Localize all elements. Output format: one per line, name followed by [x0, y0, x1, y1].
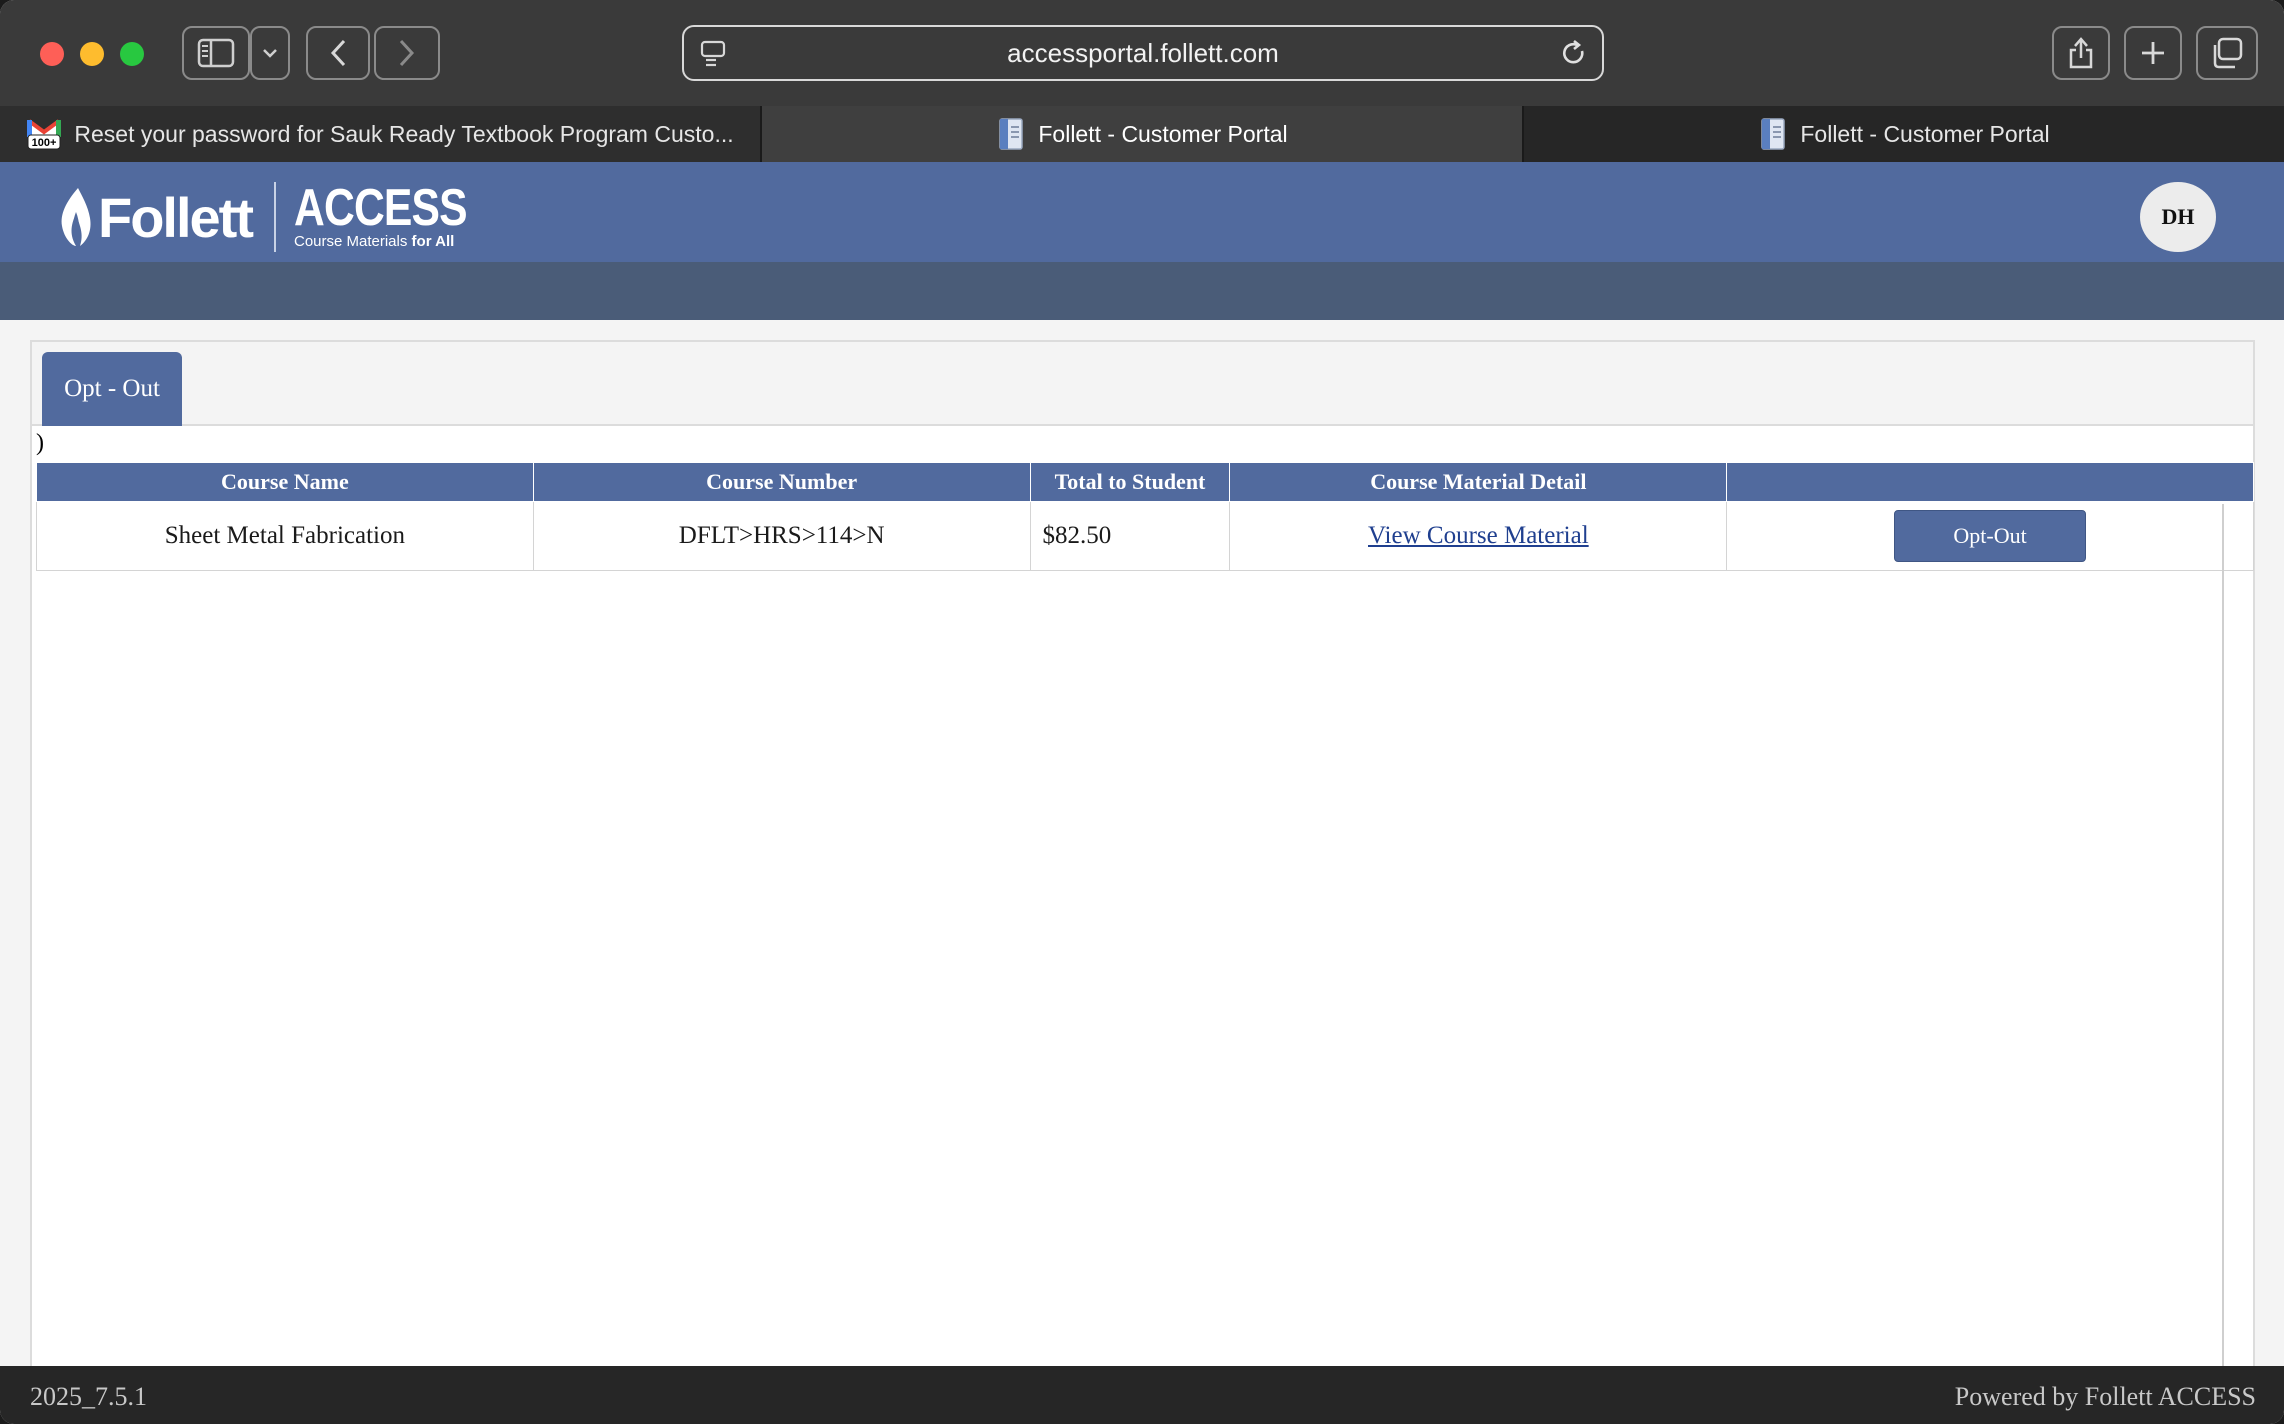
- scroll-divider: [2222, 504, 2224, 1366]
- unread-count-badge: 100+: [32, 137, 57, 149]
- follett-logo: Follett: [58, 185, 254, 250]
- new-tab-button[interactable]: [2124, 26, 2182, 80]
- site-header: Follett ACCESS Course Materials for All …: [0, 162, 2284, 262]
- sidebar-toggle-button[interactable]: [182, 26, 250, 80]
- tab-title: Follett - Customer Portal: [1800, 120, 2050, 147]
- tab-groups-dropdown-button[interactable]: [250, 26, 290, 80]
- flame-icon: [61, 188, 91, 246]
- tab-title: Follett - Customer Portal: [1038, 120, 1288, 147]
- url-text: accessportal.follett.com: [1007, 38, 1279, 68]
- column-header-total: Total to Student: [1029, 462, 1231, 502]
- course-number-cell: DFLT>HRS>114>N: [532, 501, 1031, 571]
- page-footer: 2025_7.5.1 Powered by Follett ACCESS: [0, 1366, 2284, 1424]
- column-header-action: [1726, 462, 2254, 502]
- powered-by-label: Powered by Follett ACCESS: [1954, 1382, 2256, 1411]
- content-tab-strip: Opt - Out: [32, 342, 2253, 426]
- reload-icon[interactable]: [1560, 39, 1588, 74]
- maximize-window-button[interactable]: [120, 42, 144, 66]
- content-panel: Opt - Out ) Course Name Course Number To…: [30, 340, 2255, 1370]
- navigation-bar: [0, 262, 2284, 320]
- tab-bar: 100+ Reset your password for Sauk Ready …: [0, 106, 2284, 162]
- user-avatar[interactable]: DH: [2140, 182, 2216, 252]
- chevron-right-icon: [398, 38, 416, 68]
- browser-toolbar: accessportal.follett.com: [0, 0, 2284, 106]
- action-cell: Opt-Out: [1726, 501, 2254, 571]
- access-logo: ACCESS Course Materials for All: [293, 179, 505, 251]
- tab-overview-icon: [2210, 37, 2244, 69]
- chevron-down-icon: [262, 48, 278, 58]
- product-name: ACCESS: [293, 179, 468, 237]
- version-label: 2025_7.5.1: [30, 1382, 147, 1411]
- tab-follett-portal[interactable]: Follett - Customer Portal: [1522, 106, 2284, 162]
- total-cell: $82.50: [1029, 501, 1231, 571]
- table-header-row: Course Name Course Number Total to Stude…: [36, 462, 2254, 502]
- column-header-detail: Course Material Detail: [1229, 462, 1728, 502]
- address-bar[interactable]: accessportal.follett.com: [682, 25, 1604, 81]
- web-page: Follett ACCESS Course Materials for All …: [0, 162, 2284, 1424]
- plus-icon: [2139, 39, 2167, 67]
- share-icon: [2067, 36, 2095, 70]
- view-course-material-link[interactable]: View Course Material: [1368, 522, 1589, 549]
- tab-gmail[interactable]: 100+ Reset your password for Sauk Ready …: [0, 106, 762, 162]
- minimize-window-button[interactable]: [80, 42, 104, 66]
- browser-window: accessportal.follett.com 100+ Reset your…: [0, 0, 2284, 1424]
- chevron-left-icon: [329, 38, 347, 68]
- tab-title: Reset your password for Sauk Ready Textb…: [74, 120, 734, 147]
- follett-access-logo[interactable]: Follett ACCESS Course Materials for All: [58, 182, 505, 252]
- detail-cell: View Course Material: [1229, 501, 1728, 571]
- stray-text: ): [36, 430, 44, 456]
- table-row: Sheet Metal Fabrication DFLT>HRS>114>N $…: [36, 501, 2254, 571]
- gmail-icon: 100+: [26, 117, 62, 151]
- document-icon: [996, 117, 1026, 151]
- sidebar-icon: [197, 38, 235, 68]
- course-name-cell: Sheet Metal Fabrication: [36, 501, 534, 571]
- tab-follett-portal-active[interactable]: Follett - Customer Portal: [762, 106, 1522, 162]
- column-header-course-number: Course Number: [532, 462, 1031, 502]
- document-icon: [1758, 117, 1788, 151]
- forward-button[interactable]: [374, 26, 440, 80]
- share-button[interactable]: [2052, 26, 2110, 80]
- logo-divider: [273, 182, 276, 252]
- tab-opt-out[interactable]: Opt - Out: [42, 352, 182, 426]
- brand-name: Follett: [98, 185, 254, 249]
- opt-out-button[interactable]: Opt-Out: [1894, 510, 2087, 562]
- column-header-course-name: Course Name: [36, 462, 534, 502]
- back-button[interactable]: [306, 26, 370, 80]
- close-window-button[interactable]: [40, 42, 64, 66]
- tab-overview-button[interactable]: [2196, 26, 2258, 80]
- course-table: Course Name Course Number Total to Stude…: [36, 462, 2254, 571]
